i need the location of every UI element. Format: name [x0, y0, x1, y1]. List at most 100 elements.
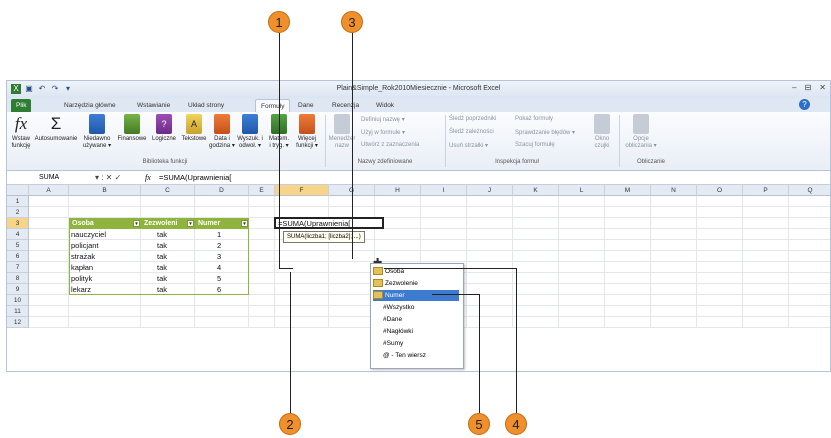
table-cell[interactable]: policjant — [71, 240, 99, 251]
row-header-5[interactable]: 5 — [7, 240, 29, 251]
col-header-l[interactable]: L — [559, 185, 605, 196]
table-cell[interactable]: 1 — [217, 229, 221, 240]
col-header-d[interactable]: D — [195, 185, 249, 196]
table-cell[interactable]: 5 — [217, 273, 221, 284]
autocomplete-item[interactable]: #Nagłówki — [383, 326, 413, 337]
formula-bar-buttons[interactable]: ▾ : ✕ ✓ — [95, 171, 121, 184]
tab-data[interactable]: Dane — [293, 99, 319, 112]
datetime-button[interactable]: Data i godzina ▾ — [209, 114, 235, 150]
row-header-11[interactable]: 11 — [7, 306, 29, 317]
recently-used-button[interactable]: Niedawno używane ▾ — [79, 114, 115, 150]
col-header-h[interactable]: H — [375, 185, 421, 196]
table-cell[interactable]: 3 — [217, 251, 221, 262]
remove-arrows-button[interactable]: Usuń strzałki ▾ — [449, 142, 488, 149]
col-header-i[interactable]: I — [421, 185, 467, 196]
name-box[interactable]: SUMA — [29, 172, 89, 183]
calc-options-button[interactable]: Opcje obliczania ▾ — [623, 114, 659, 150]
col-header-q[interactable]: Q — [789, 185, 830, 196]
autocomplete-item[interactable]: @ - Ten wiersz — [383, 350, 426, 361]
close-icon[interactable]: ✕ — [819, 83, 826, 92]
col-header-m[interactable]: M — [605, 185, 651, 196]
table-cell[interactable]: tak — [157, 273, 167, 284]
row-header-7[interactable]: 7 — [7, 262, 29, 273]
row-header-10[interactable]: 10 — [7, 295, 29, 306]
table-cell[interactable]: kapłan — [71, 262, 93, 273]
col-header-k[interactable]: K — [513, 185, 559, 196]
watch-window-button[interactable]: Okno czujki — [589, 114, 615, 150]
show-formulas-button[interactable]: Pokaż formuły — [515, 116, 553, 122]
autocomplete-item-selected[interactable]: Numer — [373, 290, 459, 301]
col-header-o[interactable]: O — [697, 185, 743, 196]
use-in-formula-button[interactable]: Użyj w formule ▾ — [361, 129, 405, 136]
col-header-e[interactable]: E — [249, 185, 275, 196]
filter-dropdown-icon[interactable]: ▾ — [187, 220, 194, 227]
active-cell-editor[interactable]: =SUMA(Uprawnienia[ — [274, 217, 384, 229]
help-icon[interactable]: ? — [799, 99, 810, 110]
text-button[interactable]: A Tekstowe — [179, 114, 209, 143]
tab-view[interactable]: Widok — [371, 99, 399, 112]
filter-dropdown-icon[interactable]: ▾ — [241, 220, 248, 227]
error-checking-button[interactable]: Sprawdzanie błędów ▾ — [515, 129, 575, 136]
define-name-button[interactable]: Definiuj nazwę ▾ — [361, 116, 405, 123]
table-cell[interactable]: 4 — [217, 262, 221, 273]
financial-button[interactable]: Finansowe — [115, 114, 149, 143]
logical-button[interactable]: ? Logiczne — [149, 114, 179, 143]
table-header-osoba[interactable]: Osoba ▾ — [69, 218, 141, 229]
leader-line-1 — [279, 33, 280, 268]
col-header-f[interactable]: F — [275, 185, 329, 196]
row-header-6[interactable]: 6 — [7, 251, 29, 262]
table-cell[interactable]: nauczyciel — [71, 229, 106, 240]
row-header-8[interactable]: 8 — [7, 273, 29, 284]
table-cell[interactable]: tak — [157, 251, 167, 262]
autocomplete-item[interactable]: #Dane — [383, 314, 402, 325]
autocomplete-item[interactable]: #Wszystko — [383, 302, 414, 313]
trace-precedents-button[interactable]: Śledź poprzedniki — [449, 116, 496, 122]
evaluate-formula-button[interactable]: Szacuj formułę — [515, 142, 555, 148]
watch-window-icon — [594, 114, 610, 134]
row-header-3[interactable]: 3 — [7, 218, 29, 229]
insert-function-button[interactable]: fx Wstaw funkcję — [9, 114, 33, 150]
filter-dropdown-icon[interactable]: ▾ — [133, 220, 140, 227]
tab-file[interactable]: Plik — [11, 99, 32, 112]
col-header-c[interactable]: C — [141, 185, 195, 196]
restore-icon[interactable]: ⊟ — [805, 83, 812, 92]
row-header-2[interactable]: 2 — [7, 207, 29, 218]
tab-home[interactable]: Narzędzia główne — [59, 99, 121, 112]
table-cell[interactable]: tak — [157, 262, 167, 273]
row-header-12[interactable]: 12 — [7, 317, 29, 328]
table-cell[interactable]: 6 — [217, 284, 221, 295]
col-header-a[interactable]: A — [29, 185, 69, 196]
select-all-corner[interactable] — [7, 185, 29, 196]
fx-button[interactable]: fx — [145, 171, 151, 184]
row-header-4[interactable]: 4 — [7, 229, 29, 240]
table-header-numer[interactable]: Numer ▾ — [195, 218, 249, 229]
table-cell[interactable]: 2 — [217, 240, 221, 251]
col-header-n[interactable]: N — [651, 185, 697, 196]
tab-review[interactable]: Recenzja — [327, 99, 364, 112]
create-from-selection-button[interactable]: Utwórz z zaznaczenia — [361, 142, 419, 148]
lookup-button[interactable]: Wyszuk. i odwoł. ▾ — [235, 114, 265, 150]
col-header-j[interactable]: J — [467, 185, 513, 196]
col-header-p[interactable]: P — [743, 185, 789, 196]
more-functions-button[interactable]: Więcej funkcji ▾ — [293, 114, 321, 150]
autocomplete-list[interactable]: Osoba Zezwolenie Numer #Wszystko #Dane #… — [370, 263, 464, 369]
table-cell[interactable]: strażak — [71, 251, 95, 262]
table-cell[interactable]: polityk — [71, 273, 92, 284]
tab-formulas[interactable]: Formuły — [255, 99, 291, 113]
minimize-icon[interactable]: – — [792, 83, 796, 92]
table-cell[interactable]: tak — [157, 229, 167, 240]
autosum-button[interactable]: Σ Autosumowanie — [34, 114, 78, 143]
table-header-zezwolenie[interactable]: Zezwoleni ▾ — [141, 218, 195, 229]
tab-insert[interactable]: Wstawianie — [132, 99, 175, 112]
autocomplete-item[interactable]: #Sumy — [383, 338, 403, 349]
tab-page-layout[interactable]: Układ strony — [183, 99, 229, 112]
formula-input[interactable]: =SUMA(Uprawnienia[ — [159, 171, 231, 184]
row-header-9[interactable]: 9 — [7, 284, 29, 295]
table-cell[interactable]: tak — [157, 284, 167, 295]
row-header-1[interactable]: 1 — [7, 196, 29, 207]
table-cell[interactable]: tak — [157, 240, 167, 251]
table-cell[interactable]: lekarz — [71, 284, 91, 295]
autocomplete-item[interactable]: Zezwolenie — [373, 278, 459, 289]
trace-dependents-button[interactable]: Śledź zależności — [449, 129, 494, 135]
col-header-b[interactable]: B — [69, 185, 141, 196]
